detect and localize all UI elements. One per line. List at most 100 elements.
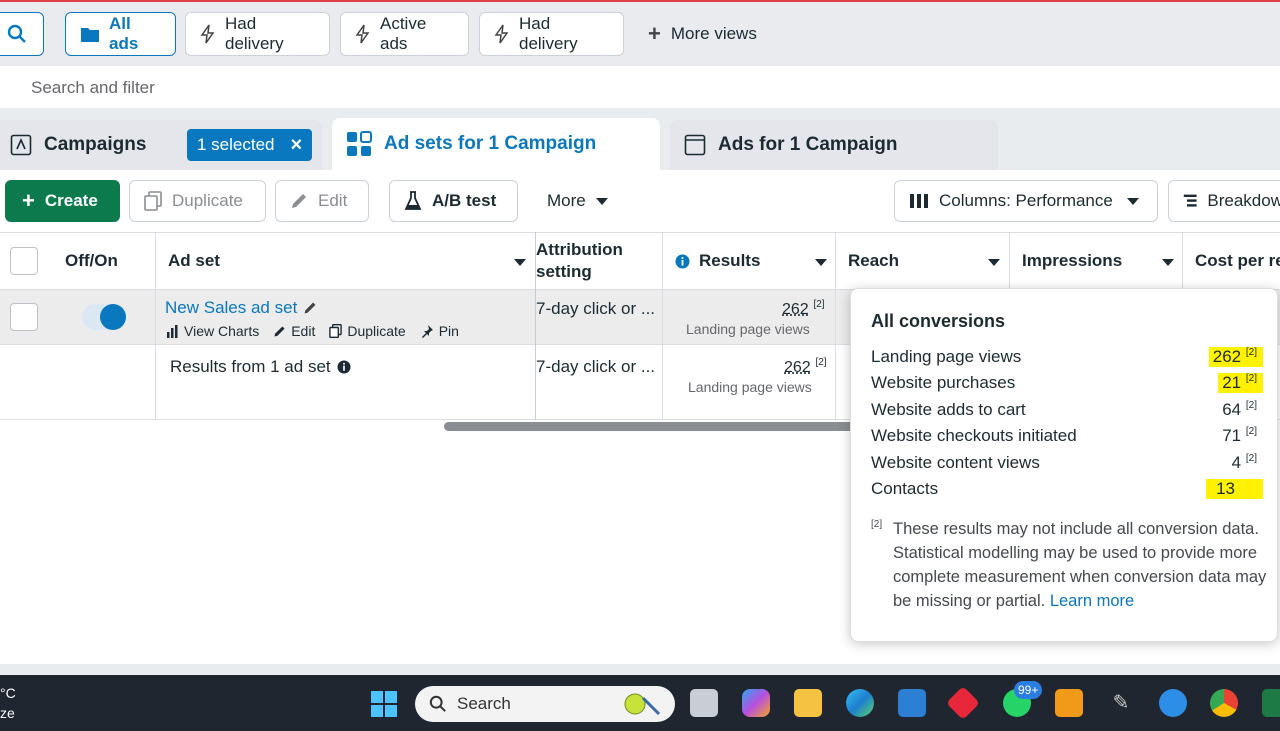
tool-icon[interactable]: ✎ bbox=[1107, 689, 1135, 717]
conversion-row: Landing page views 262 [2] bbox=[871, 344, 1263, 370]
info-icon[interactable] bbox=[337, 360, 351, 374]
chrome-icon[interactable] bbox=[1210, 689, 1238, 717]
selected-badge[interactable]: 1 selected × bbox=[187, 129, 312, 161]
results-value[interactable]: 262 [2] bbox=[782, 299, 825, 319]
conversion-row: Website content views 4 [2] bbox=[871, 450, 1263, 476]
header-offon[interactable]: Off/On bbox=[65, 233, 118, 289]
summary-results-value[interactable]: 262 [2] bbox=[784, 357, 827, 377]
row-checkbox[interactable] bbox=[10, 303, 38, 331]
tab-campaigns[interactable]: Campaigns 1 selected × bbox=[0, 120, 322, 170]
pin-action[interactable]: Pin bbox=[420, 323, 459, 339]
header-impressions[interactable]: Impressions bbox=[1022, 233, 1122, 289]
info-icon bbox=[675, 254, 690, 269]
learn-more-link[interactable]: Learn more bbox=[1050, 592, 1134, 610]
header-adset[interactable]: Ad set bbox=[168, 233, 220, 289]
header-results[interactable]: Results bbox=[675, 233, 760, 289]
conversion-row: Website adds to cart 64 [2] bbox=[871, 397, 1263, 423]
more-views-button[interactable]: + More views bbox=[648, 12, 757, 56]
edge-icon[interactable] bbox=[846, 689, 874, 717]
pencil-icon[interactable] bbox=[303, 301, 317, 315]
folder-icon bbox=[80, 25, 100, 43]
adset-toggle[interactable] bbox=[82, 304, 126, 330]
search-button[interactable] bbox=[0, 12, 44, 56]
search-filter-input[interactable]: Search and filter bbox=[0, 66, 1280, 108]
notification-badge: 99+ bbox=[1014, 681, 1042, 699]
sublime-icon[interactable] bbox=[1055, 689, 1083, 717]
grid-icon bbox=[346, 131, 372, 157]
pencil-icon bbox=[290, 192, 308, 210]
view-all-ads[interactable]: All ads bbox=[65, 12, 176, 56]
search-icon bbox=[7, 24, 27, 44]
taskbar-search[interactable]: Search bbox=[415, 686, 675, 722]
chevron-down-icon bbox=[1127, 198, 1139, 205]
ab-test-button[interactable]: A/B test bbox=[389, 180, 518, 222]
column-divider bbox=[835, 232, 836, 420]
pencil-icon bbox=[273, 325, 286, 338]
duplicate-icon bbox=[329, 324, 342, 338]
breakdown-dropdown[interactable]: Breakdow bbox=[1168, 180, 1280, 222]
tooltip-title: All conversions bbox=[871, 311, 1005, 332]
excel-icon[interactable] bbox=[1262, 689, 1280, 717]
weather-widget[interactable]: °C ze bbox=[0, 683, 16, 723]
campaign-icon bbox=[10, 134, 32, 156]
bolt-icon bbox=[200, 24, 216, 44]
column-divider bbox=[662, 232, 663, 420]
app-diamond-icon[interactable] bbox=[946, 686, 980, 720]
chevron-down-icon bbox=[596, 198, 608, 205]
conversion-row: Website purchases 21 [2] bbox=[871, 370, 1263, 396]
duplicate-action[interactable]: Duplicate bbox=[329, 323, 405, 339]
view-charts-action[interactable]: View Charts bbox=[166, 323, 259, 339]
attribution-cell: 7-day click or ... bbox=[536, 299, 655, 319]
more-dropdown[interactable]: More bbox=[533, 180, 633, 222]
summary-results-type: Landing page views bbox=[688, 379, 812, 395]
windows-start-icon[interactable] bbox=[370, 690, 398, 718]
header-attribution[interactable]: Attribution setting bbox=[536, 233, 623, 289]
toggle-knob bbox=[100, 304, 126, 330]
view-had-delivery[interactable]: Had delivery bbox=[185, 12, 330, 56]
sort-caret-icon[interactable] bbox=[514, 259, 526, 266]
select-all-checkbox[interactable] bbox=[10, 247, 38, 275]
ad-icon bbox=[684, 134, 706, 156]
adset-name-link[interactable]: New Sales ad set bbox=[165, 298, 317, 318]
plus-icon: + bbox=[648, 21, 661, 47]
search-icon bbox=[429, 695, 447, 713]
view-active-ads[interactable]: Active ads bbox=[340, 12, 469, 56]
summary-attribution: 7-day click or ... bbox=[536, 357, 655, 377]
flask-icon bbox=[404, 191, 422, 211]
task-view-icon[interactable] bbox=[690, 689, 718, 717]
conversion-row: Contacts 13 bbox=[871, 476, 1263, 502]
level-tabs: Campaigns 1 selected × Ad sets for 1 Cam… bbox=[0, 108, 1280, 170]
summary-label: Results from 1 ad set bbox=[170, 357, 351, 377]
header-cost-per-result[interactable]: Cost per re bbox=[1195, 233, 1280, 289]
tab-ads[interactable]: Ads for 1 Campaign bbox=[670, 120, 998, 170]
column-divider bbox=[535, 232, 536, 420]
sort-caret-icon[interactable] bbox=[988, 259, 1000, 266]
store-icon[interactable] bbox=[898, 689, 926, 717]
edit-action[interactable]: Edit bbox=[273, 323, 315, 339]
header-reach[interactable]: Reach bbox=[848, 233, 899, 289]
bar-chart-icon bbox=[166, 325, 179, 338]
columns-dropdown[interactable]: Columns: Performance bbox=[894, 180, 1158, 222]
sort-caret-icon[interactable] bbox=[1162, 259, 1174, 266]
footnote: [2] These results may not include all co… bbox=[871, 517, 1271, 613]
close-icon[interactable]: × bbox=[291, 134, 303, 157]
taskbar: °C ze Search 99+ ✎ bbox=[0, 675, 1280, 731]
create-button[interactable]: + Create bbox=[5, 180, 120, 222]
table-header: Off/On Ad set Attribution setting Result… bbox=[0, 232, 1280, 290]
tennis-icon bbox=[623, 690, 663, 718]
views-bar: All ads Had delivery Active ads Had deli… bbox=[0, 2, 1280, 66]
sort-caret-icon[interactable] bbox=[815, 259, 827, 266]
file-explorer-icon[interactable] bbox=[794, 689, 822, 717]
all-conversions-tooltip: All conversions Landing page views 262 [… bbox=[850, 288, 1278, 642]
duplicate-button[interactable]: Duplicate bbox=[129, 180, 266, 222]
copilot-icon[interactable] bbox=[742, 689, 770, 717]
edit-button[interactable]: Edit bbox=[275, 180, 369, 222]
breakdown-icon bbox=[1183, 192, 1197, 210]
help-icon[interactable] bbox=[1159, 689, 1187, 717]
horizontal-scrollbar[interactable] bbox=[444, 422, 864, 431]
bolt-icon bbox=[355, 24, 371, 44]
results-type: Landing page views bbox=[686, 321, 810, 337]
tab-adsets[interactable]: Ad sets for 1 Campaign bbox=[332, 118, 660, 170]
column-divider bbox=[155, 232, 156, 420]
view-had-delivery-2[interactable]: Had delivery bbox=[479, 12, 624, 56]
